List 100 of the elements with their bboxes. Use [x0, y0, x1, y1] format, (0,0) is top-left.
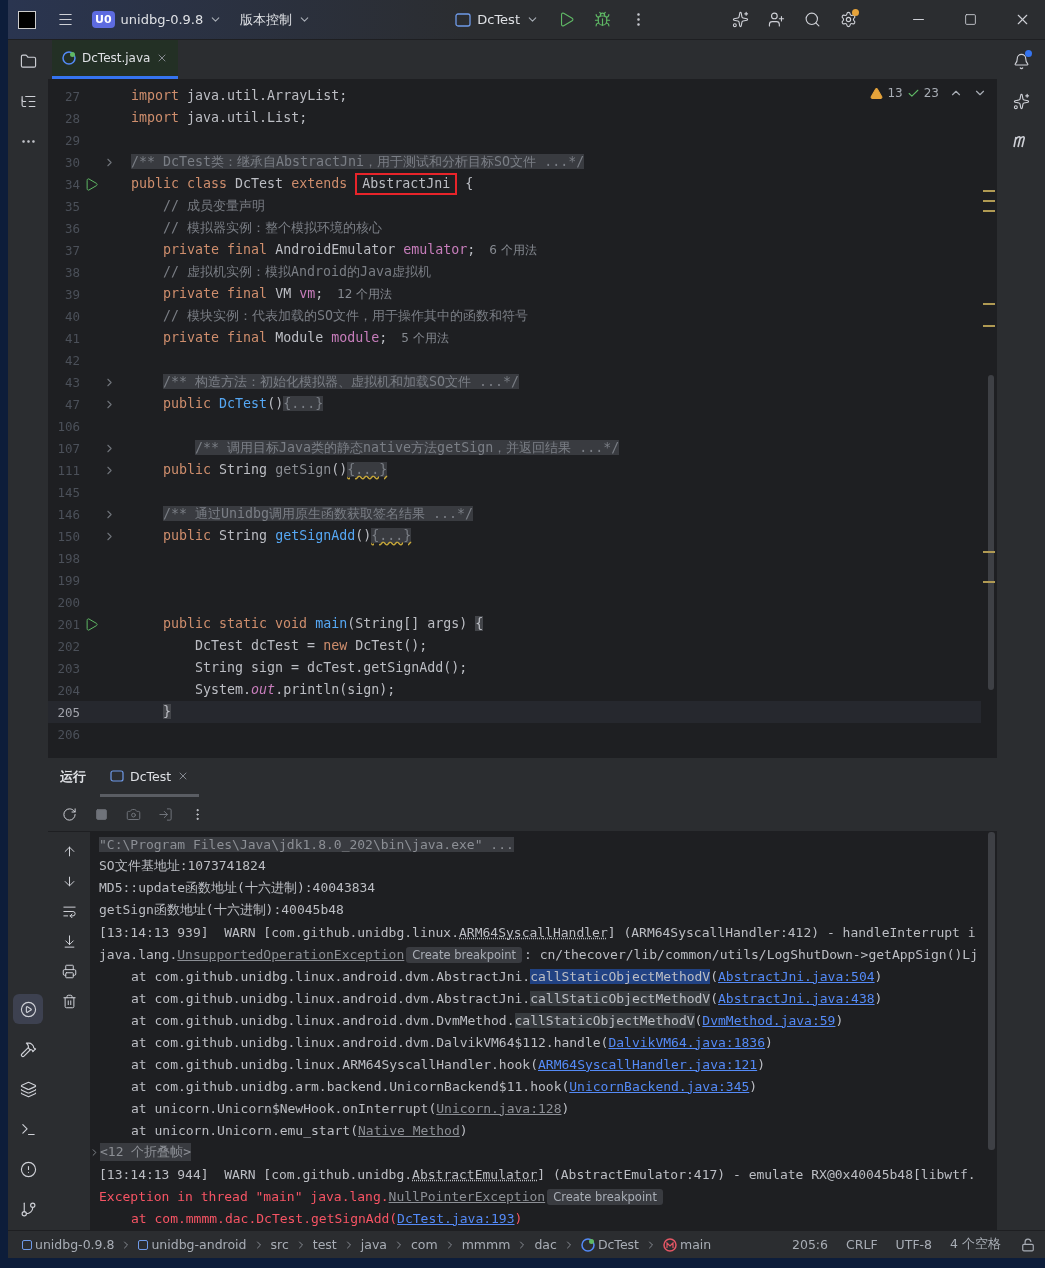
status-item[interactable]: 205:6	[786, 1237, 835, 1252]
source-link[interactable]: ARM64SyscallHandler.java:121	[538, 1056, 758, 1072]
source-link[interactable]: Unicorn.java:128	[436, 1100, 562, 1116]
console-line: at com.github.unidbg.linux.android.dvm.AbstractJni.callStaticObjectMethodV(AbstractJni.java:438)	[131, 990, 883, 1006]
source-link[interactable]: DcTest.java:193	[397, 1210, 515, 1226]
lock-icon[interactable]	[1021, 1237, 1035, 1252]
scrollbar-thumb[interactable]	[988, 832, 995, 1150]
project-icon[interactable]	[19, 52, 37, 70]
scroll-marker[interactable]	[983, 551, 995, 553]
code-line: DcTest dcTest = new DcTest();	[194, 637, 428, 655]
console-line: at com.github.unidbg.arm.backend.UnicornBackend$11.hook(UnicornBackend.java:345)	[131, 1078, 758, 1094]
breadcrumb[interactable]: src	[270, 1237, 289, 1252]
down-icon[interactable]	[61, 873, 77, 889]
folded-frames-toggle[interactable]: <12 个折叠帧>	[100, 1143, 192, 1161]
usage-hint[interactable]: 5 个用法	[401, 329, 449, 347]
breadcrumb[interactable]: unidbg-android	[138, 1237, 247, 1252]
assistant-icon[interactable]	[731, 11, 749, 28]
app-logo[interactable]	[18, 10, 36, 29]
source-link[interactable]: AbstractJni.java:504	[718, 968, 875, 984]
add-user-icon[interactable]	[767, 11, 785, 28]
print-icon[interactable]	[61, 963, 77, 979]
status-item[interactable]: CRLF	[840, 1237, 884, 1252]
code-line: public DcTest(){...}	[162, 395, 324, 413]
code-line: import java.util.ArrayList;	[131, 87, 348, 105]
check-count[interactable]: 23	[923, 86, 939, 100]
git-icon[interactable]	[19, 1200, 37, 1218]
scroll-marker[interactable]	[983, 303, 995, 305]
console-line: at com.github.unidbg.linux.ARM64SyscallHandler.hook(ARM64SyscallHandler.java:121)	[131, 1056, 765, 1072]
line-number: 205	[56, 704, 80, 720]
console-line: at unicorn.Unicorn$NewHook.onInterrupt(Unicorn.java:128)	[131, 1100, 570, 1116]
breadcrumb[interactable]: mmmm	[461, 1237, 511, 1252]
breadcrumb[interactable]: DcTest	[580, 1237, 639, 1252]
assistant-icon[interactable]	[1012, 92, 1030, 110]
source-link[interactable]: UnicornBackend.java:345	[569, 1078, 750, 1094]
run-icon[interactable]	[84, 616, 99, 632]
panel-title: 运行	[60, 769, 86, 786]
status-item[interactable]: UTF-8	[889, 1237, 939, 1252]
run-icon[interactable]	[19, 1000, 37, 1018]
vcs-menu[interactable]: 版本控制	[234, 6, 318, 33]
code-line: // 模拟器实例：整个模拟环境的核心	[162, 219, 383, 237]
warning-icon[interactable]	[870, 86, 884, 100]
scroll-marker[interactable]	[983, 190, 995, 192]
camera-icon[interactable]	[125, 806, 141, 822]
warning-count[interactable]: 13	[887, 86, 903, 100]
build-icon[interactable]	[19, 1040, 37, 1058]
breadcrumb[interactable]: com	[411, 1237, 438, 1252]
project-switcher[interactable]: U0 unidbg-0.9.8	[86, 7, 229, 32]
up-icon[interactable]	[61, 843, 77, 859]
scroll-marker[interactable]	[983, 325, 995, 327]
run-icon[interactable]	[84, 176, 99, 192]
stop-icon[interactable]	[94, 807, 108, 821]
module-icon	[22, 1239, 32, 1250]
console-line: [13:14:13 944] WARN [com.github.unidbg.AbstractEmulator] (AbstractEmulator:417) - emulate RX@0x40045b48[libwtf.	[99, 1166, 976, 1182]
exit-icon[interactable]	[157, 806, 173, 822]
code-line: public String getSign(){...}	[162, 461, 388, 479]
notification-dot	[1025, 50, 1032, 57]
source-link[interactable]: DvmMethod.java:59	[702, 1012, 836, 1028]
search-icon[interactable]	[803, 11, 821, 28]
settings-icon[interactable]	[839, 11, 857, 28]
services-icon[interactable]	[19, 1080, 37, 1098]
code-line: // 成员变量声明	[162, 197, 266, 215]
trash-icon[interactable]	[61, 993, 77, 1009]
notifications-icon[interactable]	[1012, 52, 1030, 70]
console-line: MD5::update函数地址(十六进制):40043834	[99, 879, 376, 897]
source-link[interactable]: DalvikVM64.java:1836	[608, 1034, 765, 1050]
code-line: // 模块实例：代表加载的SO文件，用于操作其中的函数和符号	[162, 307, 529, 325]
breadcrumb[interactable]: dac	[534, 1237, 557, 1252]
module-icon	[138, 1239, 149, 1250]
scroll-marker[interactable]	[983, 210, 995, 212]
scrollbar-thumb[interactable]	[988, 375, 994, 690]
menu-icon[interactable]	[56, 11, 74, 28]
maximize-icon[interactable]	[963, 13, 977, 26]
create-breakpoint-button[interactable]: Create breakpoint	[406, 946, 523, 963]
create-breakpoint-button[interactable]: Create breakpoint	[547, 1188, 663, 1205]
scroll-marker[interactable]	[983, 581, 995, 583]
breadcrumb[interactable]: main	[663, 1237, 712, 1252]
console-line: at com.mmmm.dac.DcTest.getSignAdd(DcTest.java:193)	[131, 1210, 523, 1226]
breadcrumb[interactable]: unidbg-0.9.8	[22, 1237, 115, 1252]
editor-tab[interactable]: DcTest.java	[52, 40, 179, 79]
breadcrumb[interactable]: java	[360, 1237, 387, 1252]
status-item[interactable]: 4 个空格	[944, 1236, 1007, 1253]
expand-icon[interactable]	[90, 1146, 100, 1158]
source-link[interactable]: NullPointerException	[388, 1188, 546, 1204]
code-line: String sign = dcTest.getSignAdd();	[194, 659, 468, 677]
breadcrumb[interactable]: test	[312, 1237, 337, 1252]
source-link[interactable]: Native Method	[358, 1122, 460, 1138]
source-link[interactable]: UnsupportedOperationException	[177, 946, 405, 962]
scroll-marker[interactable]	[983, 200, 995, 202]
source-link[interactable]: AbstractJni.java:438	[718, 990, 875, 1006]
window-icon	[455, 12, 472, 27]
debug-icon[interactable]	[593, 11, 611, 28]
console-line: java.lang.UnsupportedOperationException Create breakpoint : cn/thecover/lib/common/utils/LogShutDown->getAppSign()Lj	[99, 946, 978, 962]
usage-hint[interactable]: 6 个用法	[489, 241, 537, 259]
console-line: [13:14:13 939] WARN [com.github.unidbg.linux.ARM64SyscallHandler] (ARM64SyscallHandler:412) - handleInterrupt i	[99, 924, 976, 940]
wrap-icon[interactable]	[61, 903, 77, 919]
usage-hint[interactable]: 12 个用法	[337, 285, 393, 303]
run-config-selector[interactable]: DcTest	[449, 8, 545, 31]
problems-icon[interactable]	[19, 1160, 37, 1178]
rerun-icon[interactable]	[61, 806, 77, 822]
code-line: public class DcTest extends AbstractJni {	[131, 173, 474, 195]
